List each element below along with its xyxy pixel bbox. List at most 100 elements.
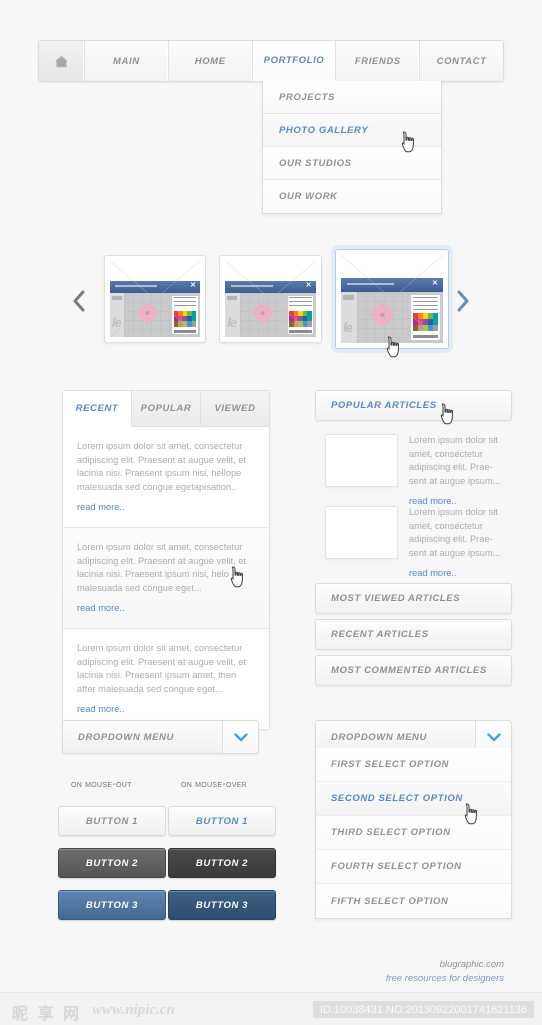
dropdown-option-label: THIRD SELECT OPTION (331, 827, 451, 838)
image-carousel: ✕ (38, 245, 504, 357)
dropdown-right-value: DROPDOWN MENU (331, 731, 427, 743)
slide-preview-image: ✕ (340, 255, 443, 343)
footer-line-1: blugraphic.com (439, 959, 504, 970)
article-row: Lorem ipsum dolor sit amet, consectetur … (325, 506, 509, 581)
tab-label: RECENT (75, 403, 119, 414)
chevron-down-icon[interactable] (222, 721, 258, 753)
nav-item-label: FRIENDS (354, 55, 401, 67)
home-icon (54, 55, 69, 68)
watermark-site: www.nipic.cn (92, 1002, 175, 1018)
accordion-label: MOST VIEWED ARTICLES (331, 593, 461, 604)
dropdown-option-label: FIFTH SELECT OPTION (331, 895, 449, 907)
list-item-text: Lorem ipsum dolor sit amet, consectetur … (77, 643, 246, 694)
dropdown-option-third[interactable]: THIRD SELECT OPTION (316, 816, 511, 850)
nav-item-friends[interactable]: FRIENDS (336, 41, 421, 81)
nav-item-contact[interactable]: CONTACT (420, 41, 503, 81)
nav-item-home2[interactable]: HOME (168, 41, 253, 81)
mouse-out-column-label: on mouse-out (71, 779, 132, 790)
nav-item-portfolio[interactable]: PORTFOLIO (252, 41, 337, 81)
accordion-most-viewed[interactable]: MOST VIEWED ARTICLES (315, 583, 512, 614)
nav-item-home[interactable] (39, 41, 85, 81)
tabs-panel: RECENT POPULAR VIEWED Lorem ipsum dolor … (62, 390, 270, 730)
main-navigation: MAIN HOME PORTFOLIO FRIENDS CONTACT (38, 40, 504, 82)
button-1-out[interactable]: BUTTON 1 (58, 806, 166, 836)
dropdown-item-our-studios[interactable]: OUR STUDIOS (263, 147, 441, 180)
nav-item-label: MAIN (113, 55, 140, 67)
dropdown-item-label: OUR WORK (279, 191, 338, 202)
tab-label: POPULAR (140, 403, 192, 414)
article-text: Lorem ipsum dolor sit amet, consectetur … (409, 435, 501, 486)
mouse-over-column-label: on mouse-over (181, 779, 248, 790)
tab-label: VIEWED (214, 403, 256, 414)
dropdown-item-label: PROJECTS (279, 91, 336, 103)
article-row: Lorem ipsum dolor sit amet, consectetur … (325, 434, 509, 509)
accordion-label: MOST COMMENTED ARTICLES (331, 665, 487, 676)
button-label: BUTTON 3 (195, 899, 249, 911)
nipic-logo: 昵 享 网 (12, 1004, 82, 1023)
read-more-link[interactable]: read more.. (409, 496, 457, 506)
read-more-link[interactable]: read more.. (77, 704, 125, 714)
dropdown-option-label: FOURTH SELECT OPTION (331, 861, 462, 872)
carousel-slide[interactable]: ✕ (219, 255, 322, 343)
tab-popular[interactable]: POPULAR (132, 391, 201, 426)
button-label: BUTTON 1 (85, 815, 139, 827)
button-label: BUTTON 3 (85, 899, 139, 911)
list-item[interactable]: Lorem ipsum dolor sit amet, consectetur … (63, 427, 269, 528)
dropdown-item-our-work[interactable]: OUR WORK (263, 180, 441, 213)
tab-recent[interactable]: RECENT (63, 391, 132, 427)
footer-line-2: free resources for designers (385, 973, 504, 984)
article-thumbnail[interactable] (325, 506, 398, 559)
carousel-prev-button[interactable] (66, 285, 92, 317)
read-more-link[interactable]: read more.. (409, 568, 457, 578)
button-3-out[interactable]: BUTTON 3 (58, 890, 166, 920)
dropdown-item-label: OUR STUDIOS (279, 157, 352, 169)
carousel-slide-selected[interactable]: ✕ (334, 249, 449, 349)
chevron-left-icon (73, 290, 85, 312)
accordion-most-commented[interactable]: MOST COMMENTED ARTICLES (315, 655, 512, 686)
accordion-label: RECENT ARTICLES (331, 629, 429, 640)
popular-articles-header[interactable]: POPULAR ARTICLES (315, 390, 512, 421)
dropdown-left-closed[interactable]: DROPDOWN MENU (62, 720, 259, 754)
button-1-over[interactable]: BUTTON 1 (168, 806, 276, 836)
button-3-over[interactable]: BUTTON 3 (168, 890, 276, 920)
carousel-thumbnails: ✕ (104, 245, 449, 357)
button-label: BUTTON 2 (85, 857, 139, 869)
dropdown-item-label: PHOTO GALLERY (279, 124, 369, 136)
watermark-bar: 昵 享 网 www.nipic.cn ID:10038431 NO:201309… (0, 992, 542, 1025)
read-more-link[interactable]: read more.. (77, 603, 125, 613)
list-item-text: Lorem ipsum dolor sit amet, consectetur … (77, 441, 246, 492)
tab-viewed[interactable]: VIEWED (201, 391, 269, 426)
list-item[interactable]: Lorem ipsum dolor sit amet, consectetur … (63, 528, 269, 629)
slide-preview-image: ✕ (110, 261, 201, 337)
ui-kit-page: MAIN HOME PORTFOLIO FRIENDS CONTACT PROJ… (0, 0, 542, 1025)
carousel-next-button[interactable] (450, 285, 476, 317)
list-item-text: Lorem ipsum dolor sit amet, consectetur … (77, 542, 246, 593)
article-thumbnail[interactable] (325, 434, 398, 487)
dropdown-item-projects[interactable]: PROJECTS (263, 81, 441, 114)
portfolio-dropdown-menu: PROJECTS PHOTO GALLERY OUR STUDIOS OUR W… (262, 81, 442, 214)
accordion-recent[interactable]: RECENT ARTICLES (315, 619, 512, 650)
button-2-out[interactable]: BUTTON 2 (58, 848, 166, 878)
button-2-over[interactable]: BUTTON 2 (168, 848, 276, 878)
watermark-id: ID:10038431 NO:20130922001741621136 (312, 1001, 534, 1018)
read-more-link[interactable]: read more.. (77, 502, 125, 512)
dropdown-item-photo-gallery[interactable]: PHOTO GALLERY (263, 114, 441, 147)
dropdown-option-fifth[interactable]: FIFTH SELECT OPTION (316, 884, 511, 918)
article-text: Lorem ipsum dolor sit amet, consectetur … (409, 507, 501, 558)
dropdown-option-first[interactable]: FIRST SELECT OPTION (316, 748, 511, 782)
button-label: BUTTON 1 (195, 815, 249, 827)
dropdown-option-second[interactable]: SECOND SELECT OPTION (316, 782, 511, 816)
popular-articles-title: POPULAR ARTICLES (331, 400, 437, 411)
tabs-row: RECENT POPULAR VIEWED (63, 391, 269, 427)
footer-credit: blugraphic.com free resources for design… (386, 958, 504, 986)
chevron-right-icon (457, 290, 469, 312)
dropdown-option-label: SECOND SELECT OPTION (331, 793, 463, 804)
button-label: BUTTON 2 (195, 857, 249, 869)
carousel-slide[interactable]: ✕ (104, 255, 207, 343)
list-item[interactable]: Lorem ipsum dolor sit amet, consectetur … (63, 629, 269, 729)
dropdown-option-fourth[interactable]: FOURTH SELECT OPTION (316, 850, 511, 884)
nav-item-main[interactable]: MAIN (85, 41, 169, 81)
nav-item-label: CONTACT (436, 55, 487, 67)
dropdown-option-label: FIRST SELECT OPTION (331, 759, 450, 770)
slide-preview-image: ✕ (225, 261, 316, 337)
